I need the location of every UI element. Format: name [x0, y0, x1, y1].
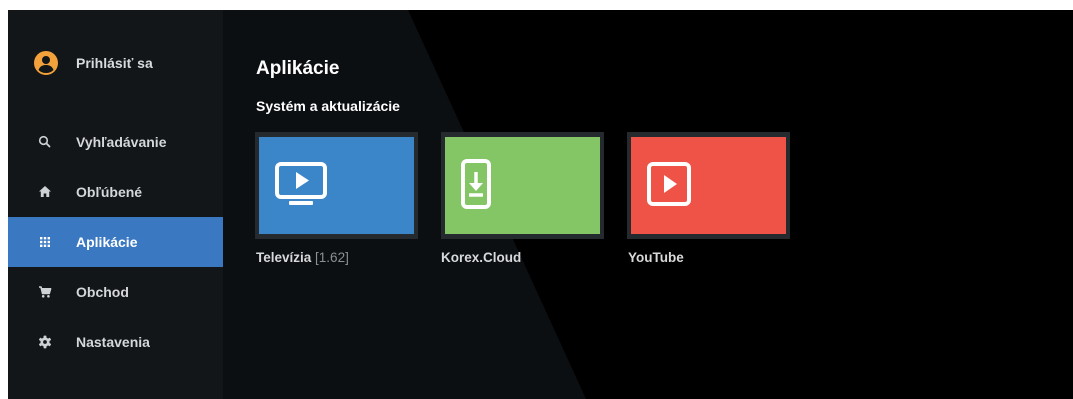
sidebar-item-favorites[interactable]: Obľúbené	[8, 167, 223, 217]
app-label-youtube: YouTube	[628, 250, 684, 265]
app-label-korex-cloud: Korex.Cloud	[441, 250, 522, 265]
sidebar-item-label: Aplikácie	[76, 234, 138, 250]
tv-launcher-screen: Prihlásiť sa Vyhľadávanie Obľúbené Aplik…	[8, 10, 1073, 399]
app-tile-face	[445, 137, 600, 234]
app-tile-televizia[interactable]	[255, 132, 418, 239]
play-box-icon	[647, 162, 691, 206]
sign-in-label: Prihlásiť sa	[76, 55, 153, 71]
app-name: Televízia	[256, 250, 312, 265]
sidebar: Prihlásiť sa Vyhľadávanie Obľúbené Aplik…	[8, 10, 223, 399]
home-icon	[36, 183, 54, 201]
sidebar-item-settings[interactable]: Nastavenia	[8, 317, 223, 367]
sidebar-item-store[interactable]: Obchod	[8, 267, 223, 317]
app-tile-face	[631, 137, 786, 234]
phone-download-icon	[461, 159, 491, 209]
app-version: [1.62]	[315, 250, 349, 265]
page-title: Aplikácie	[256, 58, 340, 79]
app-tile-youtube[interactable]	[627, 132, 790, 239]
shopping-cart-icon	[36, 283, 54, 301]
app-tile-face	[259, 137, 414, 234]
sidebar-item-label: Obľúbené	[76, 184, 143, 200]
sidebar-item-apps[interactable]: Aplikácie	[8, 217, 223, 267]
section-title: Systém a aktualizácie	[256, 98, 400, 114]
account-circle-icon	[34, 51, 58, 75]
app-tile-korex-cloud[interactable]	[441, 132, 604, 239]
search-icon	[36, 133, 54, 151]
sidebar-item-label: Obchod	[76, 284, 129, 300]
app-label-televizia: Televízia [1.62]	[256, 250, 349, 265]
apps-grid-icon	[36, 233, 54, 251]
sign-in-button[interactable]: Prihlásiť sa	[8, 48, 223, 78]
sidebar-item-label: Vyhľadávanie	[76, 134, 167, 150]
sidebar-item-search[interactable]: Vyhľadávanie	[8, 117, 223, 167]
settings-gear-icon	[36, 333, 54, 351]
sidebar-item-label: Nastavenia	[76, 334, 150, 350]
tv-play-icon	[275, 162, 327, 205]
